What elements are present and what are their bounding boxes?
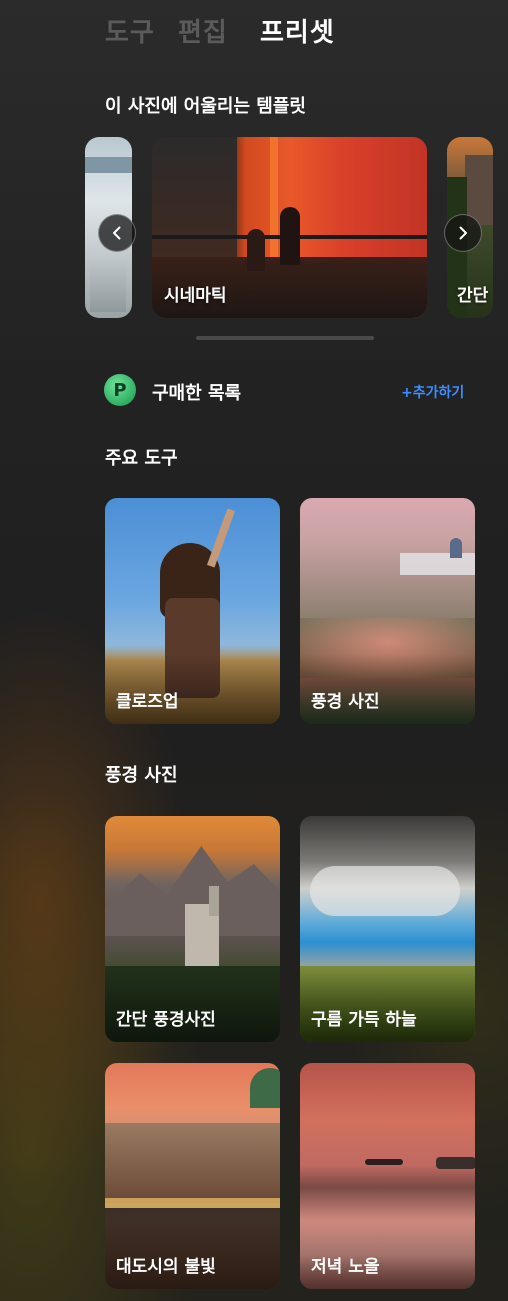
landscape-tile-label: 저녁 노을 <box>311 1257 380 1277</box>
tool-tile-landscape[interactable]: 풍경 사진 <box>300 498 475 724</box>
landscape-section-title: 풍경 사진 <box>105 765 178 786</box>
landscape-tile-label: 대도시의 불빛 <box>116 1257 216 1277</box>
tool-tile-label: 클로즈업 <box>116 692 179 712</box>
carousel-next-button[interactable] <box>444 214 482 252</box>
template-card-label: 간단 <box>457 286 489 306</box>
purchased-title[interactable]: 구매한 목록 <box>152 379 241 405</box>
template-card-cinematic[interactable]: 시네마틱 <box>152 137 427 318</box>
tool-tile-label: 풍경 사진 <box>311 692 380 712</box>
template-card-label: 시네마틱 <box>164 286 227 306</box>
landscape-tile-sunset[interactable]: 저녁 노을 <box>300 1063 475 1289</box>
purchased-icon: P <box>104 374 136 406</box>
landscape-tile-city-lights[interactable]: 대도시의 불빛 <box>105 1063 280 1289</box>
landscape-tile-label: 구름 가득 하늘 <box>311 1010 417 1030</box>
chevron-left-icon <box>113 226 121 240</box>
landscape-tile-cloudy-sky[interactable]: 구름 가득 하늘 <box>300 816 475 1042</box>
add-purchased-link[interactable]: +추가하기 <box>401 382 464 402</box>
main-tools-title: 주요 도구 <box>105 448 178 469</box>
tab-presets[interactable]: 프리셋 <box>260 12 335 49</box>
landscape-tile-simple[interactable]: 간단 풍경사진 <box>105 816 280 1042</box>
tool-tile-closeup[interactable]: 클로즈업 <box>105 498 280 724</box>
templates-section-title: 이 사진에 어울리는 템플릿 <box>105 96 306 117</box>
landscape-tile-label: 간단 풍경사진 <box>116 1010 216 1030</box>
tab-edit[interactable]: 편집 <box>178 12 228 49</box>
tab-tools[interactable]: 도구 <box>105 12 155 49</box>
carousel-prev-button[interactable] <box>98 214 136 252</box>
purchased-icon-letter: P <box>113 379 127 401</box>
carousel-scrollbar[interactable] <box>196 336 374 340</box>
chevron-right-icon <box>459 226 467 240</box>
